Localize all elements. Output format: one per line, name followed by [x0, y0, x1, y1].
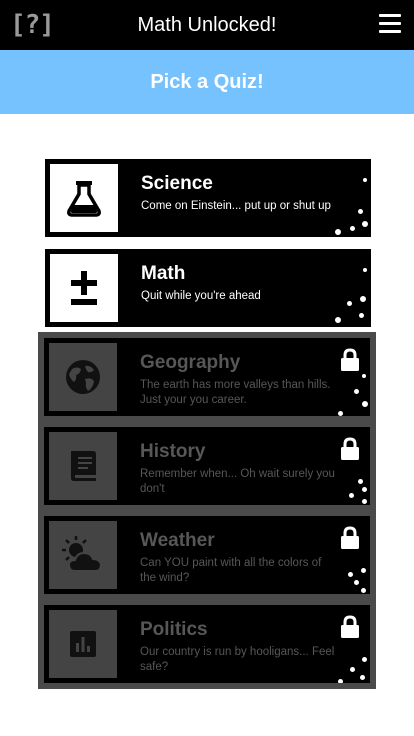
lock-icon — [341, 615, 359, 638]
quiz-card-politics[interactable]: Politics Our country is run by hooligans… — [44, 605, 370, 683]
sun-cloud-icon — [62, 536, 103, 572]
quiz-description: Remember when... Oh wait surely you don'… — [140, 468, 335, 495]
quiz-icon-box — [49, 343, 117, 411]
globe-icon — [66, 360, 100, 394]
quiz-description: The earth has more valleys than hills. J… — [140, 379, 331, 406]
lock-icon — [341, 437, 359, 460]
quiz-card-weather[interactable]: Weather Can YOU paint with all the color… — [44, 516, 370, 594]
lock-icon — [341, 348, 359, 371]
quiz-icon-box — [50, 164, 118, 232]
quiz-icon-box — [50, 254, 118, 322]
quiz-title: Geography — [140, 352, 241, 373]
quiz-icon-box — [49, 432, 117, 500]
quiz-title: Science — [141, 173, 213, 194]
quiz-description: Come on Einstein... put up or shut up — [141, 200, 331, 212]
quiz-card-math[interactable]: Math Quit while you're ahead — [45, 249, 371, 327]
quiz-description: Can YOU paint with all the colors of the… — [140, 557, 322, 584]
quiz-title: Math — [141, 263, 186, 284]
quiz-title: Weather — [140, 530, 215, 551]
quiz-icon-box — [49, 521, 117, 589]
lock-icon — [341, 526, 359, 549]
quiz-card-history[interactable]: History Remember when... Oh wait surely … — [44, 427, 370, 505]
app-header: [?] Math Unlocked! — [0, 0, 414, 50]
quiz-title: History — [140, 441, 206, 462]
book-icon — [71, 451, 96, 481]
hamburger-menu-icon[interactable] — [379, 14, 401, 34]
quiz-description: Our country is run by hooligans... Feel … — [140, 646, 335, 673]
quiz-card-geography[interactable]: Geography The earth has more valleys tha… — [44, 338, 370, 416]
quiz-title: Politics — [140, 619, 208, 640]
pick-quiz-banner: Pick a Quiz! — [0, 50, 414, 114]
bar-chart-icon — [70, 631, 96, 657]
app-title: Math Unlocked! — [137, 14, 277, 36]
flask-icon — [67, 181, 101, 217]
quiz-icon-box — [49, 610, 117, 678]
quiz-description: Quit while you're ahead — [141, 290, 261, 302]
quiz-card-science[interactable]: Science Come on Einstein... put up or sh… — [45, 159, 371, 237]
plus-minus-icon — [71, 271, 97, 305]
